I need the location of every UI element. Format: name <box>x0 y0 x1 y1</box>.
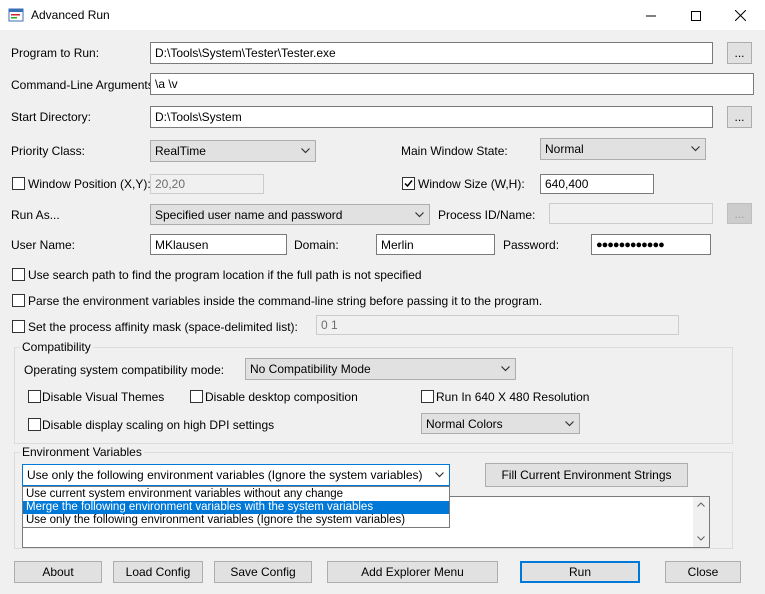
res640-checkbox[interactable] <box>421 390 434 403</box>
checkmark-icon <box>404 180 413 188</box>
res640-label: Run In 640 X 480 Resolution <box>436 390 590 404</box>
main-state-select[interactable]: Normal <box>540 138 706 160</box>
dpi-scaling-label: Disable display scaling on high DPI sett… <box>42 418 275 432</box>
os-compat-select[interactable]: No Compatibility Mode <box>245 358 516 380</box>
priority-select[interactable]: RealTime <box>150 140 316 162</box>
runas-label: Run As... <box>11 208 60 222</box>
program-input[interactable]: D:\Tools\System\Tester\Tester.exe <box>150 42 713 64</box>
chevron-down-icon <box>415 211 424 217</box>
affinity-label: Set the process affinity mask (space-del… <box>28 320 298 334</box>
main-state-value: Normal <box>545 142 584 156</box>
username-input[interactable]: MKlausen <box>150 234 287 255</box>
chevron-down-icon <box>501 366 510 372</box>
colors-select[interactable]: Normal Colors <box>421 413 580 434</box>
priority-value: RealTime <box>155 144 206 158</box>
program-label: Program to Run: <box>11 46 100 60</box>
search-path-label: Use search path to find the program loca… <box>28 268 422 282</box>
window-position-label: Window Position (X,Y): <box>28 177 151 191</box>
visual-themes-checkbox[interactable] <box>28 390 41 403</box>
pid-label: Process ID/Name: <box>438 208 536 222</box>
env-mode-value: Use only the following environment varia… <box>27 468 423 482</box>
startdir-browse-button[interactable]: ... <box>727 106 752 128</box>
affinity-checkbox[interactable] <box>12 320 25 333</box>
program-browse-button[interactable]: ... <box>727 42 752 64</box>
search-path-checkbox[interactable] <box>12 268 25 281</box>
env-mode-option[interactable]: Use current system environment variables… <box>23 488 449 501</box>
os-compat-value: No Compatibility Mode <box>250 362 371 376</box>
minimize-icon <box>645 15 656 16</box>
chevron-down-icon <box>301 148 310 154</box>
args-label: Command-Line Arguments: <box>11 78 158 92</box>
dpi-scaling-checkbox[interactable] <box>28 418 41 431</box>
chevron-down-icon <box>435 472 444 478</box>
env-mode-dropdown-list[interactable]: Use current system environment variables… <box>22 486 450 528</box>
compatibility-title: Compatibility <box>20 340 93 354</box>
parse-env-label: Parse the environment variables inside t… <box>28 294 543 308</box>
scroll-up-icon[interactable] <box>697 502 705 507</box>
window-position-checkbox[interactable] <box>12 177 25 190</box>
domain-input[interactable]: Merlin <box>376 234 495 255</box>
env-textarea-scrollbar[interactable] <box>693 497 709 547</box>
priority-label: Priority Class: <box>11 144 86 158</box>
title-bar[interactable]: Advanced Run <box>0 0 765 31</box>
environment-title: Environment Variables <box>20 445 144 459</box>
maximize-button[interactable] <box>673 0 718 31</box>
parse-env-checkbox[interactable] <box>12 294 25 307</box>
domain-label: Domain: <box>294 238 339 252</box>
scroll-down-icon[interactable] <box>697 536 705 541</box>
maximize-icon <box>690 10 701 21</box>
startdir-label: Start Directory: <box>11 110 92 124</box>
runas-select[interactable]: Specified user name and password <box>150 204 430 225</box>
runas-value: Specified user name and password <box>155 207 343 222</box>
colors-value: Normal Colors <box>426 416 503 431</box>
startdir-input[interactable]: D:\Tools\System <box>150 106 713 128</box>
window-title: Advanced Run <box>31 8 110 22</box>
pid-input[interactable] <box>549 203 713 224</box>
pid-browse-button[interactable]: ... <box>727 203 752 224</box>
chevron-down-icon <box>565 420 574 426</box>
close-window-button[interactable] <box>718 0 763 31</box>
os-compat-label: Operating system compatibility mode: <box>24 363 225 377</box>
load-config-button[interactable]: Load Config <box>113 561 203 583</box>
username-label: User Name: <box>11 238 76 252</box>
env-mode-option-highlighted[interactable]: Merge the following environment variable… <box>23 501 449 514</box>
add-explorer-menu-button[interactable]: Add Explorer Menu <box>327 561 498 583</box>
password-input[interactable]: ●●●●●●●●●●●● <box>591 234 711 255</box>
args-input[interactable]: \a \v <box>150 73 754 95</box>
affinity-input[interactable]: 0 1 <box>316 315 679 335</box>
env-mode-select[interactable]: Use only the following environment varia… <box>22 464 450 486</box>
window-size-input[interactable]: 640,400 <box>540 174 654 194</box>
fill-env-button[interactable]: Fill Current Environment Strings <box>485 463 688 487</box>
window-size-label: Window Size (W,H): <box>418 177 525 191</box>
visual-themes-label: Disable Visual Themes <box>42 390 165 404</box>
close-icon <box>735 10 746 21</box>
app-window-icon <box>8 8 24 22</box>
run-button[interactable]: Run <box>520 561 640 583</box>
chevron-down-icon <box>691 146 700 152</box>
main-state-label: Main Window State: <box>401 144 508 158</box>
save-config-button[interactable]: Save Config <box>214 561 312 583</box>
password-label: Password: <box>503 238 560 252</box>
window-position-input[interactable]: 20,20 <box>150 174 264 194</box>
env-mode-option[interactable]: Use only the following environment varia… <box>23 514 449 527</box>
about-button[interactable]: About <box>14 561 102 583</box>
desktop-comp-label: Disable desktop composition <box>205 390 358 404</box>
close-button[interactable]: Close <box>665 561 741 583</box>
desktop-comp-checkbox[interactable] <box>190 390 203 403</box>
window-size-checkbox[interactable] <box>402 177 415 190</box>
minimize-button[interactable] <box>628 0 673 31</box>
